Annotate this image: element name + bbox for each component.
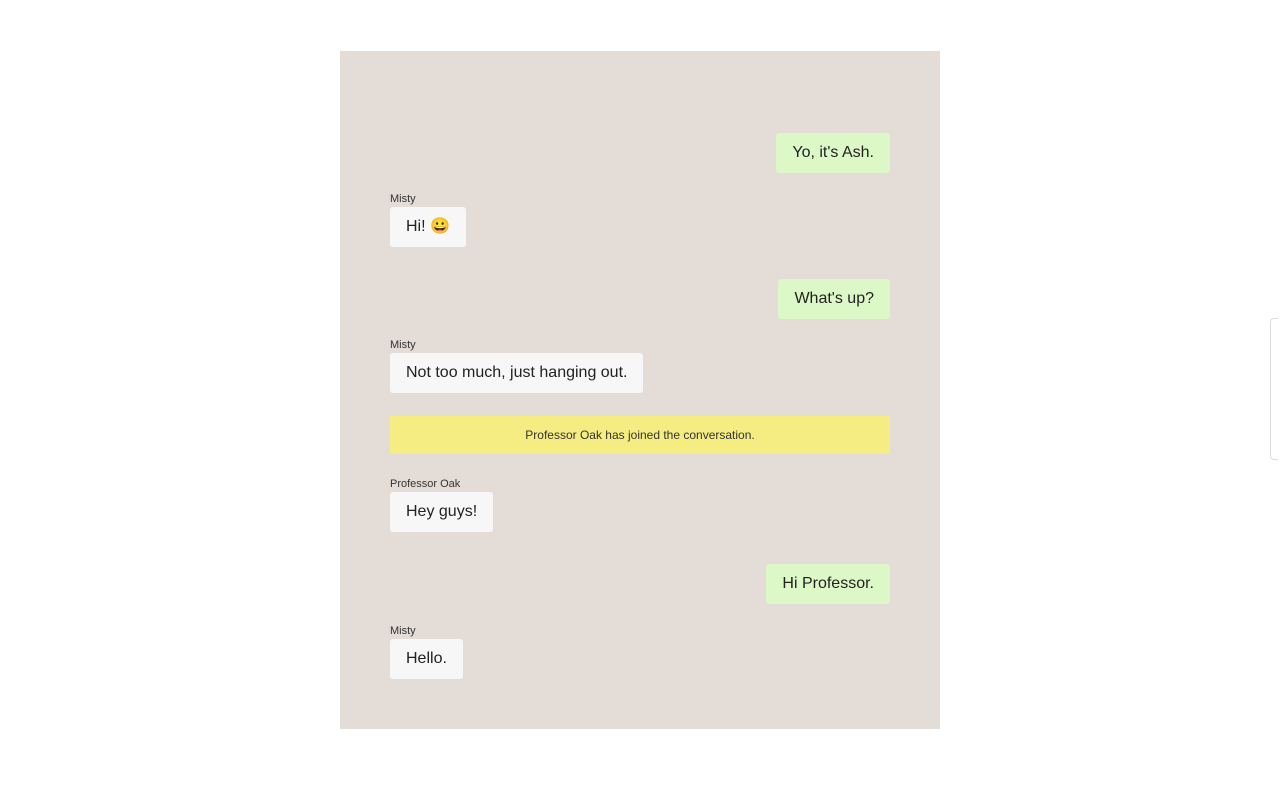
- incoming-message[interactable]: Not too much, just hanging out.: [390, 353, 644, 393]
- incoming-message[interactable]: Hello.: [390, 639, 463, 679]
- outgoing-message[interactable]: Hi Professor.: [766, 564, 890, 604]
- message-sender: Misty: [390, 625, 416, 637]
- message-sender: Misty: [390, 193, 416, 205]
- message-sender: Professor Oak: [390, 478, 461, 490]
- chat-panel: Yo, it's Ash. Misty Hi! 😀 What's up? Mis…: [340, 51, 940, 729]
- outgoing-message[interactable]: What's up?: [778, 279, 890, 319]
- incoming-message[interactable]: Hi! 😀: [390, 207, 466, 247]
- outgoing-message[interactable]: Yo, it's Ash.: [776, 133, 890, 173]
- scrollbar[interactable]: [1270, 318, 1278, 460]
- incoming-message[interactable]: Hey guys!: [390, 492, 494, 532]
- message-sender: Misty: [390, 339, 416, 351]
- system-notice: Professor Oak has joined the conversatio…: [390, 416, 890, 454]
